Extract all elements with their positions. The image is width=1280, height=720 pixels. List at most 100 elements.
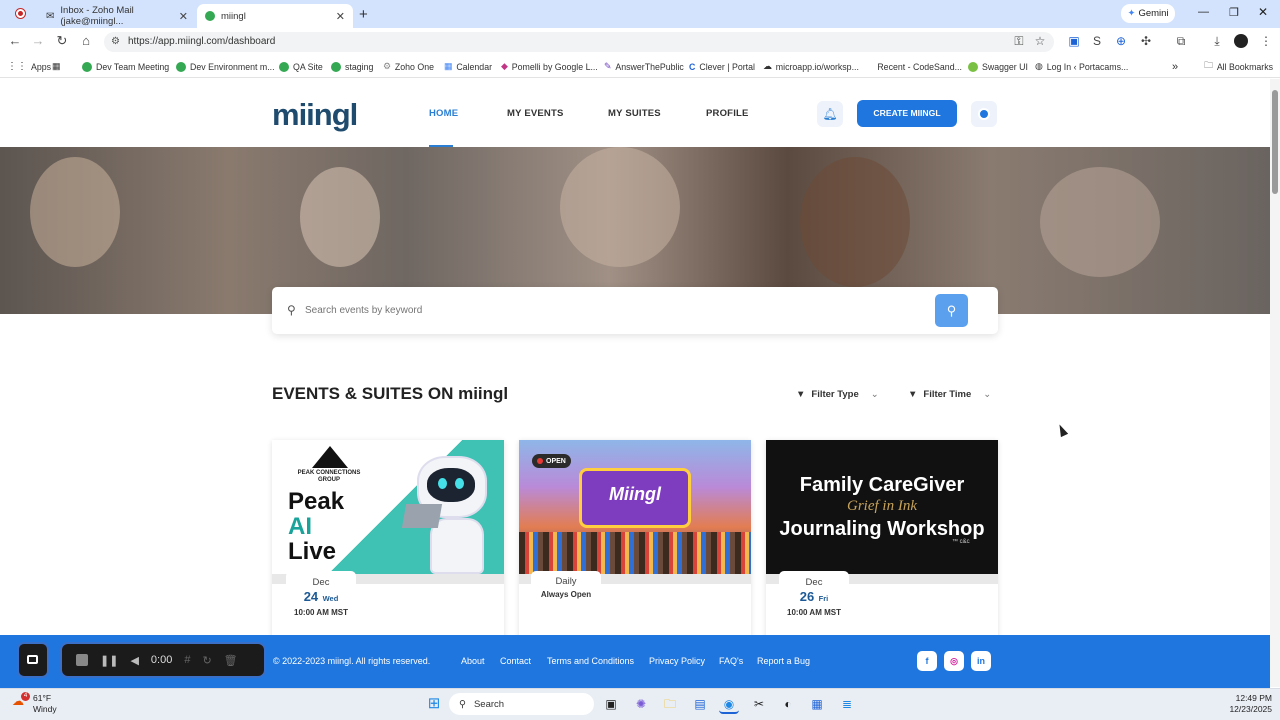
extension-badge-icon[interactable]: ▣ bbox=[1066, 34, 1082, 48]
calculator-icon[interactable]: ▦ bbox=[807, 694, 827, 714]
new-tab-button[interactable]: + bbox=[359, 6, 368, 23]
site-info-icon[interactable]: ⚙ bbox=[111, 36, 120, 47]
mute-icon[interactable]: ◀ bbox=[130, 654, 138, 667]
forward-icon[interactable]: → bbox=[29, 33, 47, 48]
taskbar-search[interactable]: ⚲ Search bbox=[449, 693, 594, 715]
more-bookmarks-icon[interactable]: » bbox=[1172, 59, 1178, 74]
nav-my-events[interactable]: MY EVENTS bbox=[507, 108, 564, 119]
restart-icon[interactable]: ↻ bbox=[202, 654, 211, 667]
system-clock[interactable]: 12:49 PM 12/23/2025 bbox=[1212, 693, 1272, 715]
bookmark-pomelli[interactable]: ◆ Pomelli by Google L... bbox=[501, 59, 598, 74]
store-icon[interactable]: ▤ bbox=[690, 694, 710, 714]
home-icon[interactable]: ⌂ bbox=[77, 33, 95, 48]
extensions-puzzle-icon[interactable]: ✣ bbox=[1138, 34, 1154, 48]
open-badge: OPEN bbox=[532, 454, 571, 468]
stop-icon[interactable] bbox=[76, 654, 88, 666]
bookmark-dev-team-meeting[interactable]: Dev Team Meeting bbox=[82, 59, 169, 74]
gemini-button[interactable]: ✦ Gemini bbox=[1121, 4, 1175, 23]
chrome-icon[interactable]: ◉ bbox=[719, 694, 739, 714]
profile-avatar[interactable] bbox=[1234, 34, 1248, 48]
screen-recorder-camera-button[interactable] bbox=[17, 642, 49, 678]
event-card-peak-ai-live[interactable]: PEAK CONNECTIONS GROUP Peak AI Live Dec … bbox=[272, 440, 504, 640]
bookmark-clever[interactable]: C Clever | Portal bbox=[689, 59, 755, 74]
facebook-icon[interactable]: f bbox=[917, 651, 937, 671]
bookmark-label: Recent - CodeSand... bbox=[877, 61, 962, 72]
copilot-icon[interactable]: ✺ bbox=[631, 694, 651, 714]
bookmark-swagger[interactable]: Swagger UI bbox=[968, 59, 1028, 74]
date-month: Dec bbox=[312, 577, 330, 588]
grid-icon[interactable]: # bbox=[184, 654, 190, 666]
user-avatar[interactable] bbox=[971, 101, 997, 127]
footer-link-faqs[interactable]: FAQ's bbox=[719, 656, 743, 666]
bookmark-codesandbox[interactable]: ■ Recent - CodeSand... bbox=[868, 59, 962, 74]
image-line: Live bbox=[288, 538, 337, 565]
trash-icon[interactable]: 🗑︎ bbox=[224, 654, 238, 667]
event-image: PEAK CONNECTIONS GROUP Peak AI Live bbox=[272, 440, 504, 574]
clock-time: 12:49 PM bbox=[1235, 693, 1272, 703]
pause-icon[interactable]: ❚❚ bbox=[100, 654, 118, 667]
footer-link-privacy[interactable]: Privacy Policy bbox=[649, 656, 705, 666]
restore-icon[interactable]: ❐ bbox=[1229, 6, 1239, 19]
footer-link-report-bug[interactable]: Report a Bug bbox=[757, 656, 810, 666]
live-dot-icon bbox=[537, 458, 543, 464]
create-miingl-button[interactable]: CREATE MIINGL bbox=[857, 100, 957, 127]
image-line: Family CareGiver bbox=[799, 474, 965, 496]
search-submit-button[interactable]: ⚲ bbox=[935, 294, 968, 327]
close-tab-icon[interactable]: ✕ bbox=[336, 10, 345, 23]
nav-my-suites[interactable]: MY SUITES bbox=[608, 108, 661, 119]
bookmark-microapp[interactable]: ☁ microapp.io/worksp... bbox=[763, 59, 859, 74]
miingl-logo[interactable]: miingl bbox=[272, 97, 358, 133]
scrollbar-thumb[interactable] bbox=[1272, 90, 1278, 194]
close-tab-icon[interactable]: ✕ bbox=[179, 10, 188, 23]
extension-s-icon[interactable]: S bbox=[1089, 34, 1105, 48]
bookmark-grid[interactable]: ▦ bbox=[52, 59, 60, 74]
bookmark-portacams[interactable]: ◍ Log In ‹ Portacams... bbox=[1035, 59, 1128, 74]
footer-link-contact[interactable]: Contact bbox=[500, 656, 531, 666]
footer-link-about[interactable]: About bbox=[461, 656, 485, 666]
event-card-miingl-always-open[interactable]: Miingl OPEN Daily Always Open bbox=[519, 440, 751, 640]
nav-profile[interactable]: PROFILE bbox=[706, 108, 749, 119]
bookmark-answerthepublic[interactable]: ✎ AnswerThePublic bbox=[604, 59, 684, 74]
extension-lens-icon[interactable]: ⊕ bbox=[1113, 34, 1129, 48]
bookmark-zoho-one[interactable]: ⚙ Zoho One bbox=[383, 59, 434, 74]
back-icon[interactable]: ← bbox=[6, 33, 24, 48]
all-bookmarks[interactable]: 🗀 All Bookmarks bbox=[1204, 59, 1273, 74]
password-key-icon[interactable]: ⚿ bbox=[1011, 34, 1027, 49]
bookmark-dev-environment[interactable]: Dev Environment m... bbox=[176, 59, 275, 74]
url-text[interactable]: https://app.miingl.com/dashboard bbox=[128, 36, 275, 47]
download-icon[interactable]: ⤓ bbox=[1209, 34, 1225, 49]
footer-link-terms[interactable]: Terms and Conditions bbox=[547, 656, 634, 666]
badge-label: OPEN bbox=[546, 457, 566, 465]
bookmark-staging[interactable]: staging bbox=[331, 59, 373, 74]
task-view-icon[interactable]: ▣ bbox=[601, 694, 621, 714]
notifications-bell-icon[interactable]: 🔔︎ bbox=[817, 101, 843, 127]
gemini-icon: ✦ bbox=[1127, 8, 1136, 19]
bookmark-label: Log In ‹ Portacams... bbox=[1046, 61, 1129, 72]
event-card-journaling-workshop[interactable]: Family CareGiver Grief in Ink Journaling… bbox=[766, 440, 998, 640]
bookmark-star-icon[interactable]: ☆ bbox=[1032, 34, 1048, 48]
tab-miingl[interactable]: miingl ✕ bbox=[197, 4, 353, 28]
bookmark-qa-site[interactable]: QA Site bbox=[279, 59, 323, 74]
windows-start-icon[interactable]: ⊞ bbox=[424, 694, 444, 714]
nav-home[interactable]: HOME bbox=[429, 108, 458, 119]
filter-type-dropdown[interactable]: ▼ Filter Type ⌄ bbox=[796, 386, 879, 402]
section-title: EVENTS & SUITES ON miingl bbox=[272, 384, 509, 403]
close-window-icon[interactable]: ✕ bbox=[1258, 5, 1268, 19]
instagram-icon[interactable]: ◎ bbox=[944, 651, 964, 671]
reload-icon[interactable]: ↻ bbox=[53, 33, 71, 49]
notepad-icon[interactable]: ≣ bbox=[837, 694, 857, 714]
weather-widget[interactable]: 61°F Windy bbox=[33, 693, 57, 715]
snipping-tool-icon[interactable]: ✂ bbox=[749, 694, 769, 714]
tab-search-icon[interactable]: ⧉ bbox=[1173, 34, 1189, 49]
bookmark-apps[interactable]: ⋮⋮ Apps bbox=[7, 59, 51, 74]
bookmark-calendar[interactable]: ▦ Calendar bbox=[444, 59, 492, 74]
obs-icon[interactable]: ◐ bbox=[778, 694, 798, 714]
file-explorer-icon[interactable]: 🗀 bbox=[660, 694, 680, 714]
filter-time-dropdown[interactable]: ▼ Filter Time ⌄ bbox=[908, 386, 991, 402]
tab-zoho-mail[interactable]: ✉ Inbox - Zoho Mail (jake@miingl... ✕ bbox=[38, 4, 196, 28]
bookmark-label: QA Site bbox=[293, 61, 323, 72]
menu-kebab-icon[interactable]: ⋮ bbox=[1258, 34, 1274, 48]
linkedin-icon[interactable]: in bbox=[971, 651, 991, 671]
minimize-icon[interactable]: — bbox=[1198, 6, 1209, 18]
search-input[interactable] bbox=[305, 299, 905, 321]
